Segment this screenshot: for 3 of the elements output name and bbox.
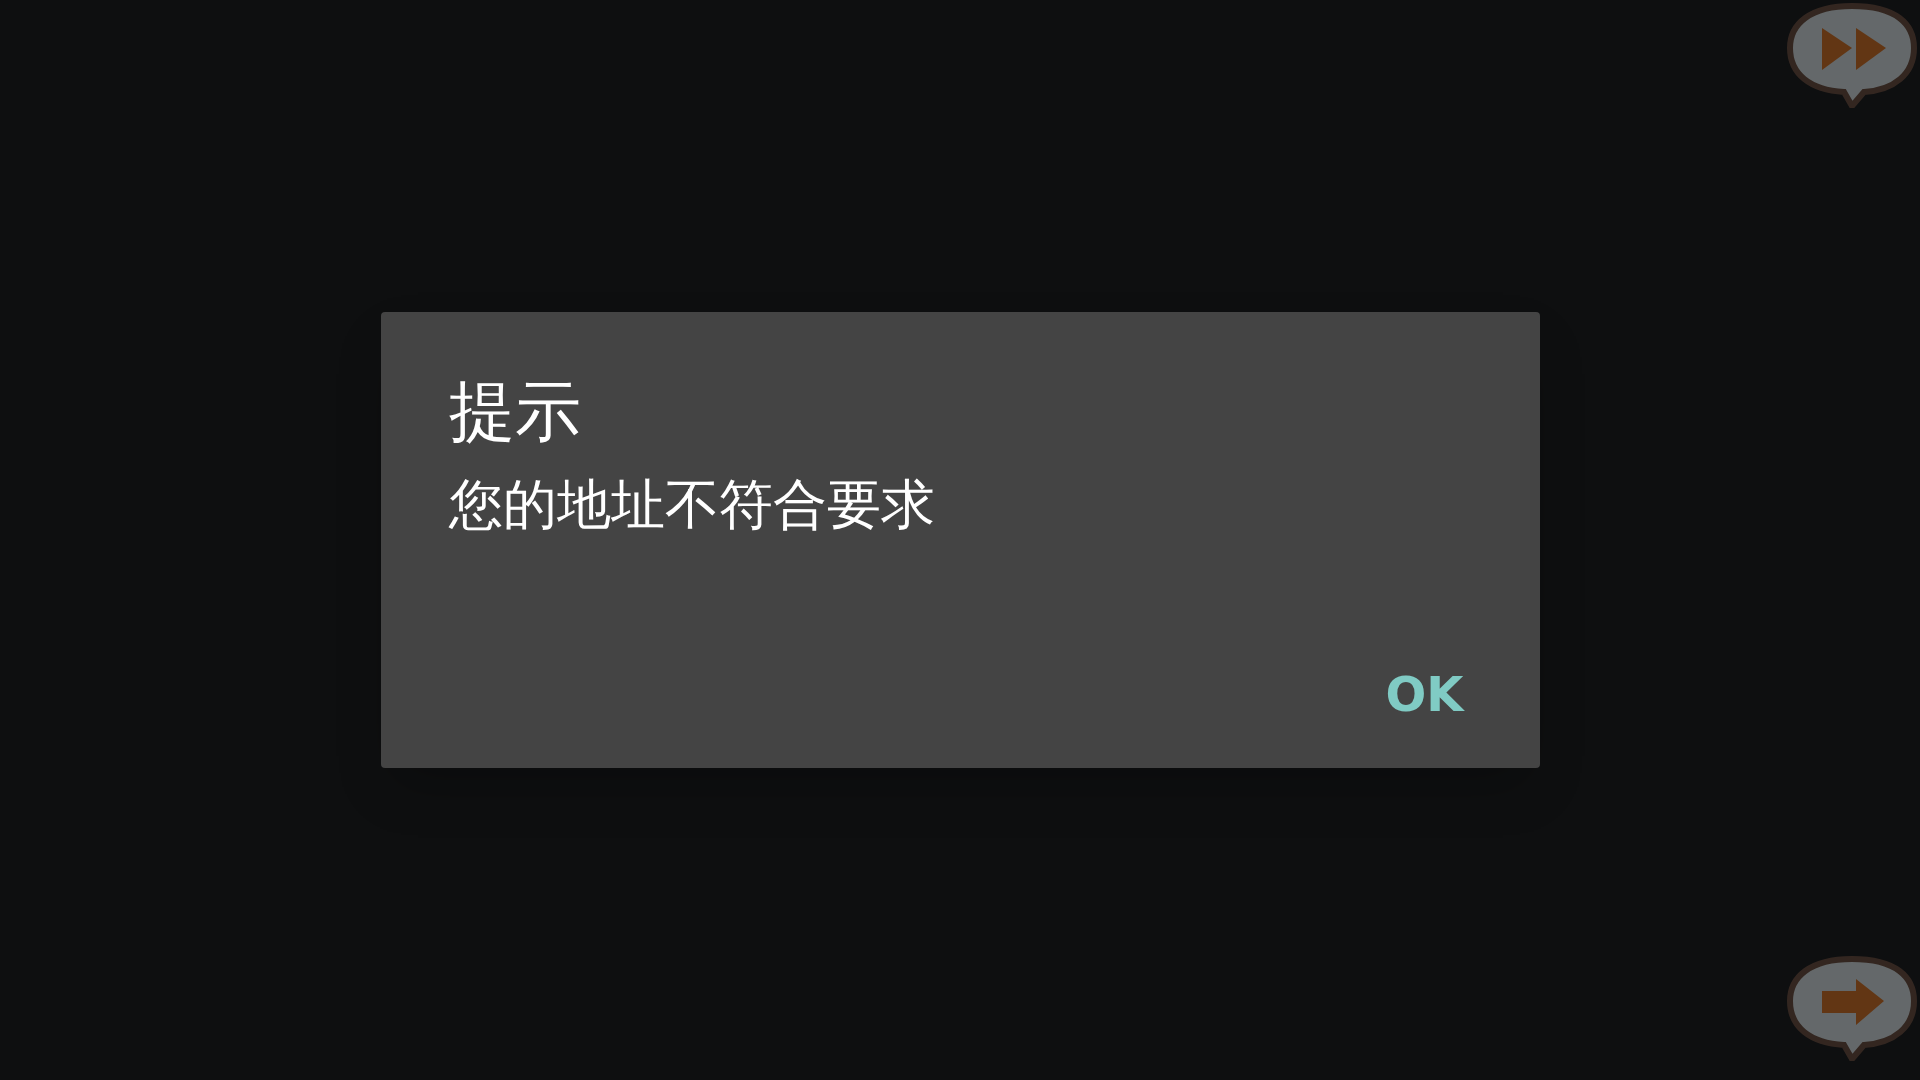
- dialog-title: 提示: [448, 372, 582, 452]
- dialog-message: 您的地址不符合要求: [448, 472, 936, 538]
- ok-button[interactable]: OK: [1377, 664, 1472, 724]
